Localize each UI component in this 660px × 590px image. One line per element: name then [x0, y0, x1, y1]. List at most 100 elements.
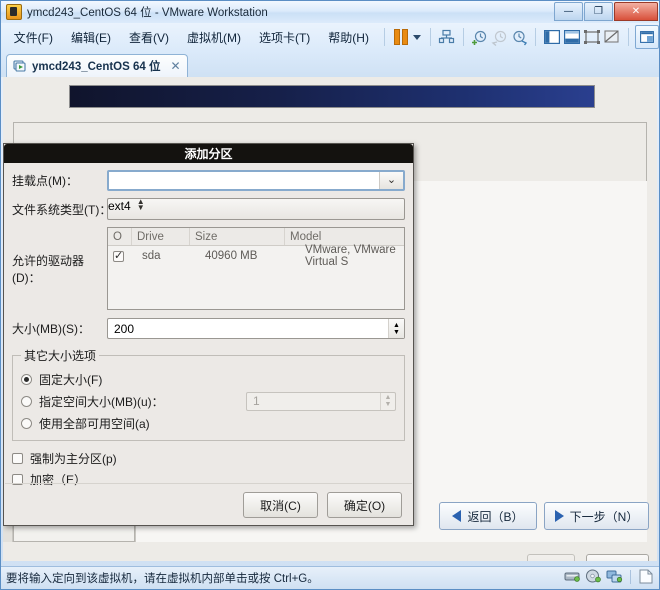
size-label: 大小(MB)(S)：	[12, 322, 90, 336]
menu-vm[interactable]: 虚拟机(M)	[178, 26, 250, 49]
drive-checkbox[interactable]	[108, 249, 137, 262]
force-primary-label: 强制为主分区(p)	[30, 452, 117, 466]
filesystem-label: 文件系统类型(T)：	[12, 202, 112, 217]
revert-snapshot-icon	[489, 27, 509, 48]
maximize-button[interactable]: ❐	[584, 2, 613, 21]
vmware-icon	[6, 4, 22, 20]
option-fixed-size[interactable]: 固定大小(F)	[21, 368, 396, 390]
reset-button[interactable]: 重设(s)	[586, 554, 649, 561]
size-input[interactable]: 200	[108, 319, 388, 338]
column-header-size: Size	[190, 228, 285, 245]
filesystem-row: 文件系统类型(T)： ext4 ▲ ▼	[12, 198, 405, 220]
tab-vm[interactable]: ymcd243_CentOS 64 位 ✕	[6, 54, 188, 77]
checkbox-force-primary[interactable]	[12, 453, 23, 464]
show-thumbnails-icon[interactable]	[635, 25, 660, 49]
close-icon: ✕	[631, 6, 641, 17]
drive-model: VMware, VMware Virtual S	[305, 244, 396, 268]
window-title: ymcd243_CentOS 64 位 - VMware Workstation	[27, 7, 268, 19]
updown-arrows-icon[interactable]: ▲ ▼	[388, 319, 404, 338]
tab-strip: ymcd243_CentOS 64 位 ✕	[1, 51, 659, 77]
filesystem-select[interactable]: ext4 ▲ ▼	[107, 198, 405, 220]
next-button[interactable]: 下一步（N）	[544, 502, 649, 530]
chevron-down-icon[interactable]: ⌄	[379, 172, 403, 189]
vmware-workstation-window: ymcd243_CentOS 64 位 - VMware Workstation…	[0, 0, 660, 590]
network-adapter-icon[interactable]	[606, 569, 623, 584]
fullscreen-icon[interactable]	[582, 27, 602, 48]
menu-help[interactable]: 帮助(H)	[319, 26, 378, 49]
option-label: 使用全部可用空间(a)	[39, 416, 150, 431]
toolbar-separator	[429, 28, 431, 46]
radio-fixed-size[interactable]	[21, 373, 32, 385]
column-header-drive: Drive	[132, 228, 190, 245]
minimize-button[interactable]: —	[554, 2, 583, 21]
drive-size: 40960 MB	[205, 250, 258, 262]
dialog-actions: 取消(C) 确定(O)	[5, 483, 412, 518]
updown-arrows-icon[interactable]: ▲ ▼	[131, 198, 151, 219]
back-button[interactable]: 返回（B）	[439, 502, 537, 530]
menu-view[interactable]: 查看(V)	[120, 26, 178, 49]
menu-edit[interactable]: 编辑(E)	[62, 26, 120, 49]
menu-tabs[interactable]: 选项卡(T)	[250, 26, 319, 49]
maximize-icon: ❐	[594, 6, 603, 17]
filesystem-value: ext4	[108, 199, 131, 213]
option-label: 固定大小(F)	[39, 372, 103, 387]
radio-fill-to-size[interactable]	[21, 395, 32, 407]
menu-file[interactable]: 文件(F)	[5, 26, 62, 49]
reset-button-label: 重设(s)	[599, 559, 637, 562]
mount-point-label: 挂载点(M)：	[12, 174, 78, 188]
column-header-model: Model	[290, 230, 322, 243]
cd-dvd-icon[interactable]	[585, 569, 602, 584]
hard-disk-icon[interactable]	[564, 569, 581, 584]
window-controls: — ❐ ✕	[553, 2, 658, 21]
unity-mode-icon[interactable]	[602, 27, 622, 48]
drive-name: sda	[142, 250, 161, 262]
show-console-view-icon[interactable]	[562, 27, 582, 48]
cancel-button[interactable]: 取消(C)	[243, 492, 318, 518]
mount-point-input[interactable]	[109, 172, 379, 189]
size-spinbox[interactable]: 200 ▲ ▼	[107, 318, 405, 339]
option-fill-to-size[interactable]: 指定空间大小(MB)(u)： 1 ▲ ▼	[21, 390, 396, 412]
take-snapshot-icon[interactable]	[469, 27, 489, 48]
arrow-right-icon	[554, 510, 564, 522]
ok-button[interactable]: 确定(O)	[327, 492, 402, 518]
next-button-label: 下一步（N）	[569, 509, 639, 524]
column-header-o: O	[108, 228, 132, 245]
delete-button: (D)	[527, 554, 575, 561]
snapshot-manager-icon[interactable]	[509, 27, 529, 48]
fill-to-size-spinbox: 1 ▲ ▼	[246, 391, 396, 411]
updown-arrows-icon: ▲ ▼	[380, 392, 395, 410]
arrow-left-icon	[452, 510, 462, 522]
show-sidebar-icon[interactable]	[542, 27, 562, 48]
toolbar-separator	[628, 28, 630, 46]
guest-screen[interactable]: 请选择驱动器 设备 ▽ 硬盘驱动器 ▽ sda (/dev/sda) 空闲	[3, 77, 657, 561]
tab-close-icon[interactable]: ✕	[170, 59, 180, 73]
pause-icon[interactable]	[391, 27, 411, 48]
mount-point-row: 挂载点(M)： ⌄	[12, 170, 405, 191]
close-button[interactable]: ✕	[614, 2, 658, 21]
back-button-label: 返回（B）	[467, 509, 524, 524]
status-bar: 要将输入定向到该虚拟机，请在虚拟机内部单击或按 Ctrl+G。	[1, 566, 659, 589]
mount-point-combo[interactable]: ⌄	[107, 170, 405, 191]
table-row[interactable]: sda 40960 MB VMware, VMware Virtual S	[108, 244, 404, 268]
ok-button-label: 确定(O)	[343, 498, 386, 513]
other-size-options-group: 其它大小选项 固定大小(F) 指定空间大小(MB)(u)： 1 ▲ ▼ 使用全部…	[12, 347, 405, 441]
allowed-drives-row: 允许的驱动器(D)： O Drive Size Model sda 40960 …	[12, 227, 405, 310]
status-message: 要将输入定向到该虚拟机，请在虚拟机内部单击或按 Ctrl+G。	[6, 573, 319, 585]
usb-device-icon[interactable]	[638, 569, 655, 584]
delete-button-label: (D)	[543, 560, 560, 561]
installer-banner	[69, 85, 595, 108]
option-fill-all-space[interactable]: 使用全部可用空间(a)	[21, 412, 396, 434]
other-size-options-legend: 其它大小选项	[24, 349, 97, 363]
radio-fill-all[interactable]	[21, 417, 32, 429]
toolbar-separator	[383, 28, 385, 46]
snapshot-icon[interactable]	[437, 27, 457, 48]
drives-table[interactable]: O Drive Size Model sda 40960 MB VMware, …	[107, 227, 405, 310]
cancel-button-label: 取消(C)	[260, 498, 301, 513]
menu-bar: 文件(F) 编辑(E) 查看(V) 虚拟机(M) 选项卡(T) 帮助(H)	[1, 23, 660, 52]
add-partition-dialog: 添加分区 挂载点(M)： ⌄ 文件系统类型(T)： ext4 ▲ ▼ 允许的驱动…	[3, 143, 414, 526]
force-primary-row[interactable]: 强制为主分区(p)	[12, 448, 405, 469]
vm-tab-icon	[13, 59, 27, 73]
toolbar-separator	[462, 28, 464, 46]
status-device-icons	[564, 569, 655, 584]
dropdown-caret-icon[interactable]	[411, 27, 424, 48]
